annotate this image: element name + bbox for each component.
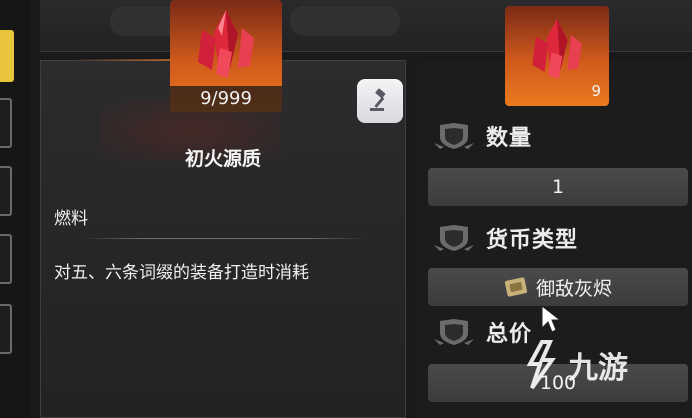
auction-button[interactable] — [357, 79, 403, 123]
pointer-cursor-icon — [541, 304, 562, 333]
left-tab-active[interactable] — [0, 30, 14, 82]
item-icon-small: 9 — [505, 6, 609, 106]
item-stack-quantity: 9 — [591, 82, 601, 100]
shield-icon — [434, 319, 474, 345]
left-slot[interactable] — [0, 234, 12, 284]
currency-label: 货币类型 — [486, 228, 579, 253]
currency-value: 御敌灰烬 — [535, 277, 612, 300]
tooltip-divider — [82, 238, 368, 239]
quantity-field[interactable]: 1 — [428, 168, 688, 206]
shield-icon — [434, 225, 474, 251]
quantity-label: 数量 — [486, 126, 533, 151]
watermark-logo-icon — [526, 340, 556, 390]
red-crystal-icon — [532, 19, 582, 79]
item-tooltip-panel — [40, 59, 406, 418]
item-icon-large: 9/999 — [170, 0, 282, 112]
left-slot[interactable] — [0, 98, 12, 148]
shield-icon — [434, 123, 474, 149]
left-slot[interactable] — [0, 304, 12, 354]
ticket-icon — [504, 277, 528, 297]
currency-section-label: 货币类型 — [432, 222, 578, 254]
quantity-section-label: 数量 — [432, 120, 532, 152]
item-description: 对五、六条词缀的装备打造时消耗 — [54, 263, 309, 283]
total-section-label: 总价 — [432, 316, 532, 348]
item-type: 燃料 — [54, 209, 88, 229]
gavel-icon — [370, 88, 386, 111]
quantity-value: 1 — [551, 176, 565, 198]
item-count-label: 9/999 — [170, 86, 282, 112]
red-crystal-icon — [198, 10, 254, 78]
item-name: 初火源质 — [184, 148, 261, 170]
currency-select[interactable]: 御敌灰烬 — [428, 268, 688, 306]
watermark-text: 九游 — [568, 351, 628, 386]
watermark: 九游 — [518, 340, 628, 390]
left-slot[interactable] — [0, 166, 12, 216]
